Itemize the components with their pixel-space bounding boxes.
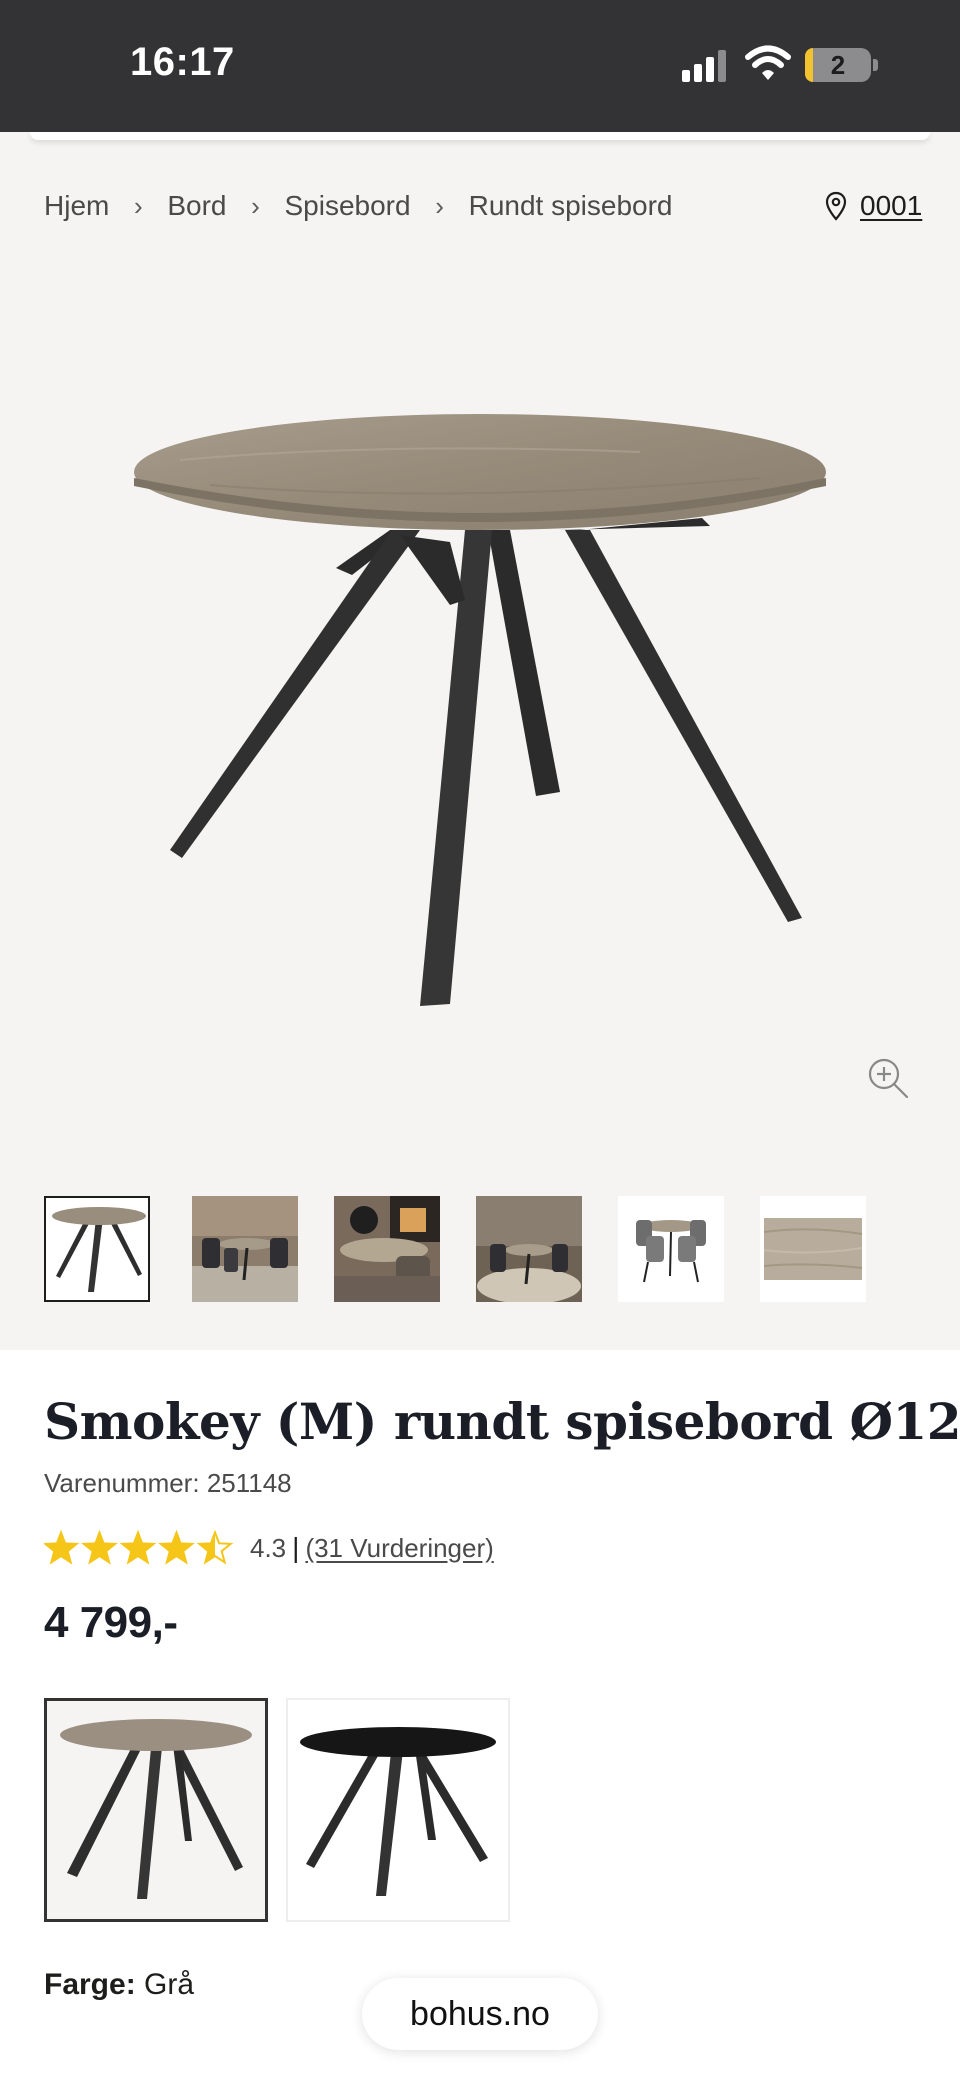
thumbnail-scene-2[interactable] xyxy=(334,1196,440,1302)
product-title: Smokey (M) rundt spisebord Ø120 xyxy=(44,1392,960,1451)
sku-value: 251148 xyxy=(206,1468,292,1498)
main-product-image[interactable] xyxy=(120,390,840,1030)
rating-star xyxy=(119,1530,157,1565)
breadcrumb-item-rundt-spisebord[interactable]: Rundt spisebord xyxy=(469,190,673,222)
breadcrumb-item-spisebord[interactable]: Spisebord xyxy=(285,190,411,222)
sku-line: Varenummer: 251148 xyxy=(44,1468,292,1499)
reviews-link[interactable]: (31 Vurderinger) xyxy=(305,1533,493,1564)
rating-star xyxy=(81,1530,118,1565)
thumbnail-wood-texture[interactable] xyxy=(760,1196,866,1302)
store-selector[interactable]: 0001 xyxy=(824,186,922,226)
sku-label: Varenummer: xyxy=(44,1468,200,1498)
thumbnail-strip xyxy=(44,1196,884,1304)
price: 4 799,- xyxy=(44,1598,178,1647)
store-code-link[interactable]: 0001 xyxy=(860,190,922,222)
star-rating-icon xyxy=(44,1530,234,1565)
breadcrumb-item-hjem[interactable]: Hjem xyxy=(44,190,109,222)
rating-star xyxy=(196,1530,234,1565)
signal-icon xyxy=(682,50,726,82)
rating-star xyxy=(158,1530,195,1565)
status-time: 16:17 xyxy=(130,40,235,84)
zoom-in-icon[interactable] xyxy=(866,1056,910,1100)
rating-separator: | xyxy=(292,1532,300,1563)
color-row: Farge: Grå xyxy=(44,1968,194,2002)
rating-star xyxy=(44,1530,80,1565)
status-bar: 16:17 2 xyxy=(0,0,960,132)
color-value: Grå xyxy=(144,1968,195,2001)
location-pin-icon xyxy=(825,191,847,221)
breadcrumb-separator: › xyxy=(134,190,143,221)
battery-level: 2 xyxy=(830,50,846,80)
breadcrumb-item-bord[interactable]: Bord xyxy=(167,190,226,222)
color-label: Farge: xyxy=(44,1968,136,2001)
variant-black[interactable] xyxy=(286,1698,510,1922)
breadcrumb-separator: › xyxy=(251,190,260,221)
thumbnail-scene-1[interactable] xyxy=(192,1196,298,1302)
thumbnail-table-with-chairs[interactable] xyxy=(618,1196,724,1302)
rating-row: 4.3 | (31 Vurderinger) xyxy=(44,1528,494,1568)
battery-cap xyxy=(873,59,878,71)
browser-url-bar[interactable]: bohus.no xyxy=(362,1978,598,2050)
breadcrumb: Hjem › Bord › Spisebord › Rundt spisebor… xyxy=(44,186,673,226)
thumbnail-table-photo[interactable] xyxy=(44,1196,150,1302)
rating-value: 4.3 xyxy=(250,1532,287,1563)
site-header-edge xyxy=(30,132,930,140)
thumbnail-scene-3[interactable] xyxy=(476,1196,582,1302)
breadcrumb-separator: › xyxy=(435,190,444,221)
battery-icon: 2 xyxy=(805,48,871,82)
variant-grey-oak[interactable] xyxy=(44,1698,268,1922)
wifi-icon xyxy=(745,45,791,80)
